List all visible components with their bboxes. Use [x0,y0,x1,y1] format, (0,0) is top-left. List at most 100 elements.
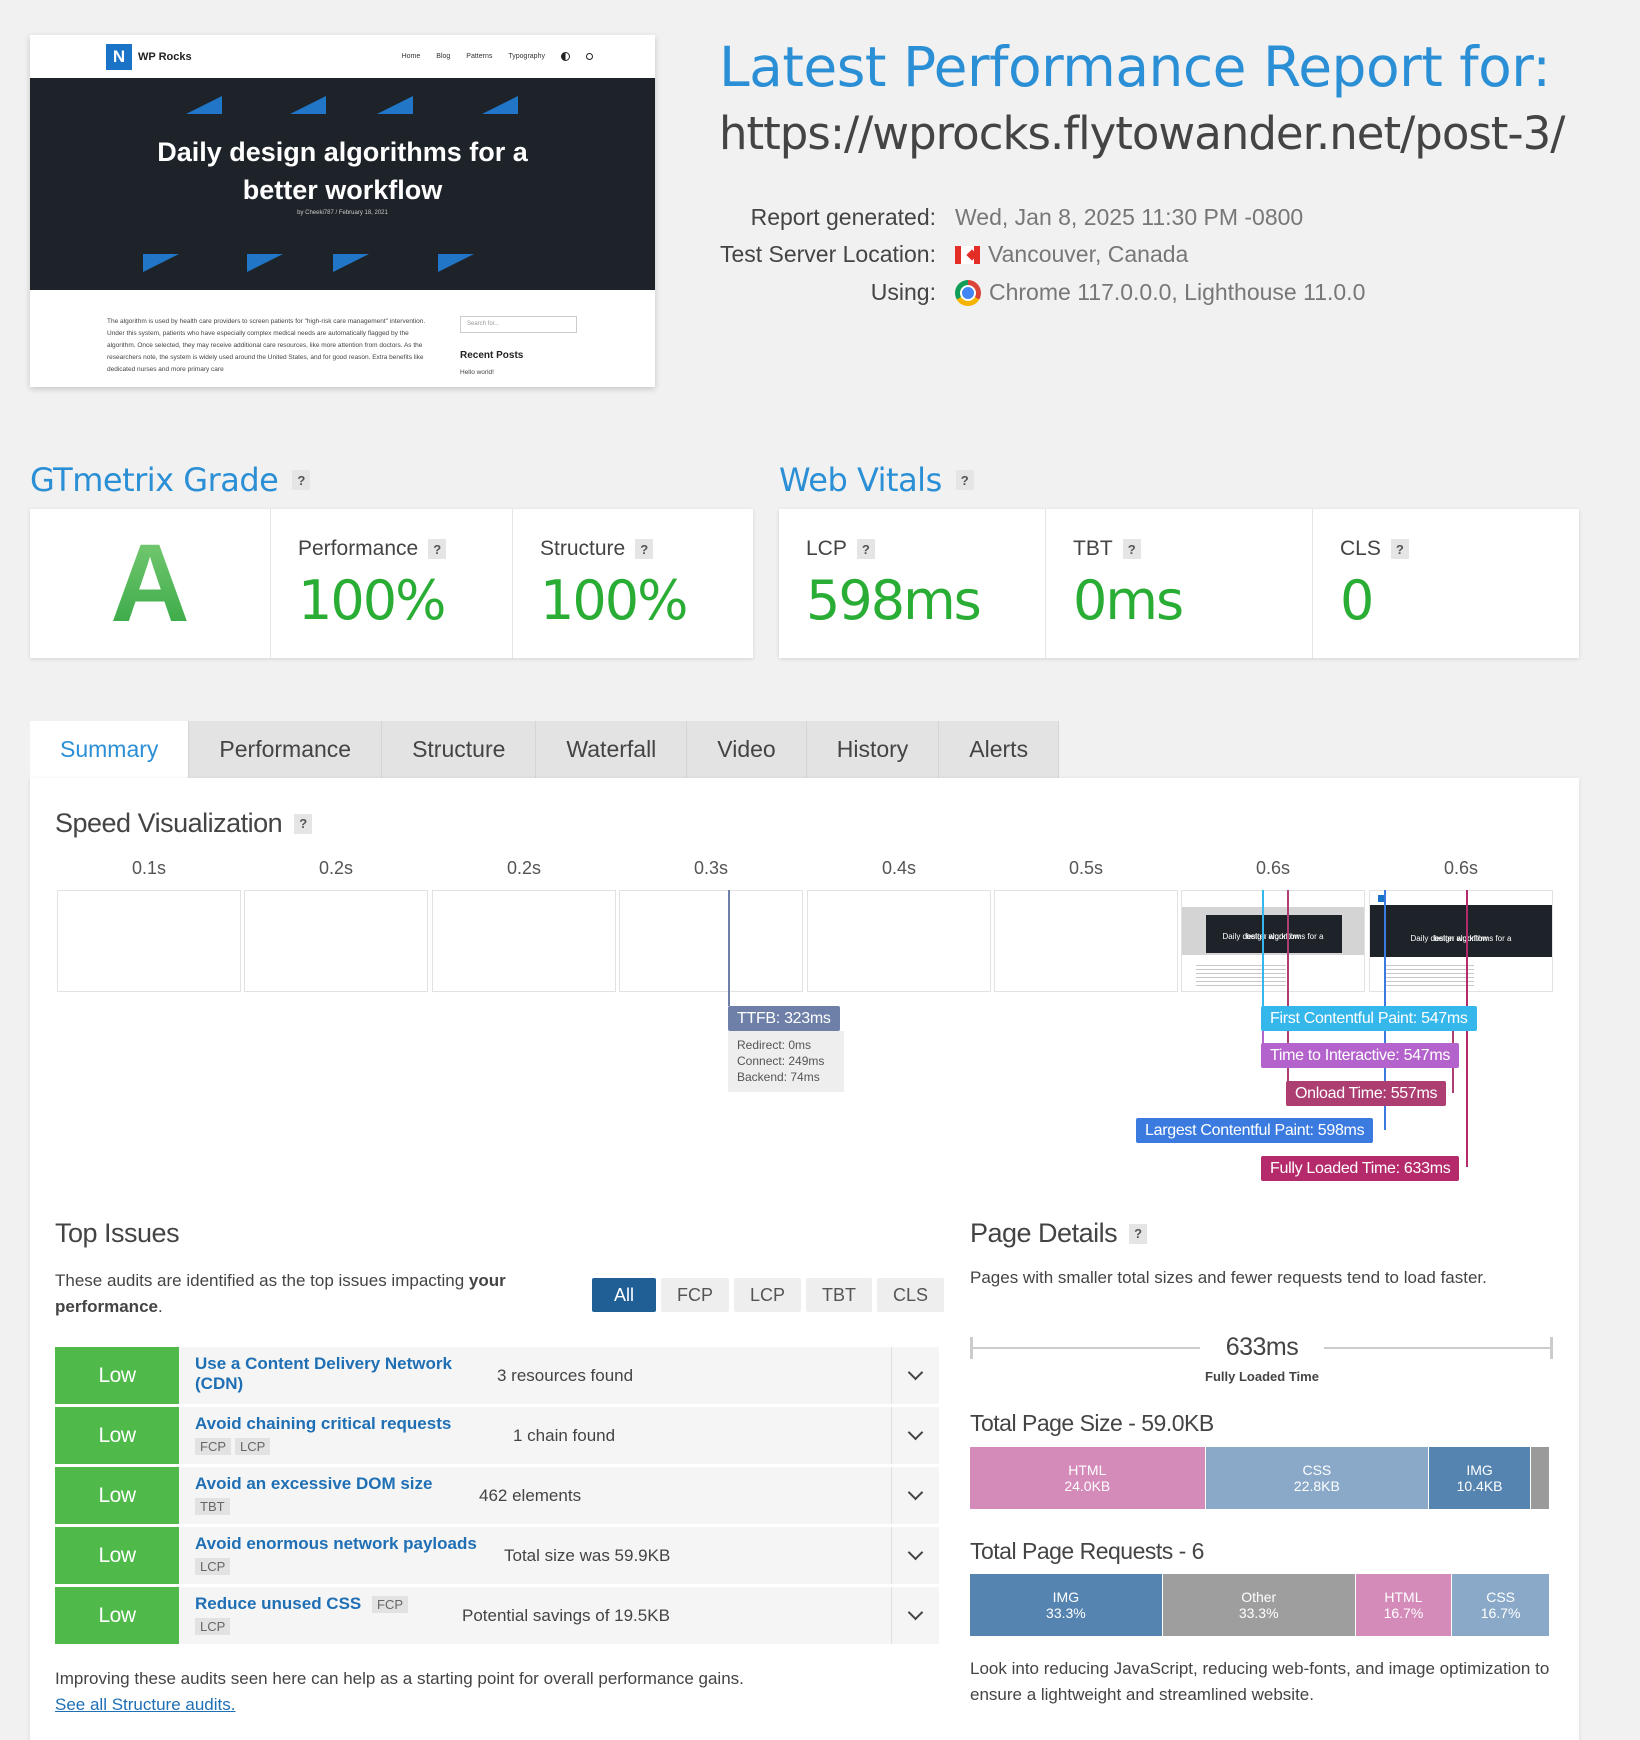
preview-menu: Home Blog Patterns Typography [402,52,593,61]
chevron-down-icon[interactable] [891,1467,939,1524]
filter-lcp[interactable]: LCP [734,1278,802,1312]
help-icon[interactable]: ? [294,813,313,834]
tab-summary[interactable]: Summary [30,721,190,778]
bar-segment: CSS 16.7% [1452,1574,1549,1636]
issue-row[interactable]: Low Use a Content Delivery Network (CDN) … [55,1347,939,1404]
filmstrip-frame[interactable]: Daily design algorithms for a better work… [1369,890,1553,992]
issue-tag: FCP [372,1596,408,1613]
total-page-requests-title: Total Page Requests - 6 [970,1538,1204,1564]
help-icon[interactable]: ? [292,470,311,490]
timeline-tick: 0.6s [1443,858,1479,878]
server-location-label: Test Server Location: [719,241,936,267]
page-details-heading: Page Details ? [970,1218,1148,1249]
issue-name[interactable]: Avoid an excessive DOM size [195,1474,432,1494]
issue-row[interactable]: Low Reduce unused CSS FCP LCP Potential … [55,1587,939,1644]
top-issues-footer-text: Improving these audits seen here can hel… [55,1669,744,1688]
contrast-icon [560,52,570,61]
chevron-down-icon[interactable] [891,1527,939,1584]
tti-marker: Time to Interactive: 547ms [1261,1043,1460,1068]
segment-value: 22.8KB [1293,1478,1340,1494]
filmstrip-frame[interactable] [994,890,1178,992]
report-url: https://wprocks.flytowander.net/post-3/ [719,107,1565,160]
issue-row[interactable]: Low Avoid chaining critical requests FCP… [55,1407,939,1464]
issue-name-line: Use a Content Delivery Network [195,1354,452,1373]
filmstrip-frame[interactable] [57,890,241,992]
grade-letter-cell: A [30,509,271,658]
chevron-down-icon[interactable] [891,1587,939,1644]
filmstrip-frame[interactable]: Daily design algorithms for a better work… [1181,890,1365,992]
preview-site-name: WP Rocks [138,50,192,63]
page-requests-bar: IMG 33.3% Other 33.3% HTML 16.7% CSS 16.7% [970,1574,1549,1636]
fcp-marker: First Contentful Paint: 547ms [1261,1006,1477,1031]
onload-marker: Onload Time: 557ms [1286,1081,1447,1106]
issue-value: Total size was 59.9KB [504,1546,671,1565]
filmstrip-frame[interactable] [619,890,803,992]
issue-tags: LCP [195,1558,231,1575]
preview-logo: N [106,43,132,70]
chevron-down-icon[interactable] [891,1347,939,1404]
help-icon[interactable]: ? [428,539,447,559]
tab-waterfall[interactable]: Waterfall [536,721,688,778]
help-icon[interactable]: ? [1122,539,1141,559]
filter-all[interactable]: All [592,1278,657,1312]
issue-row[interactable]: Low Avoid an excessive DOM size TBT 462 … [55,1467,939,1524]
server-location-text: Vancouver, Canada [988,241,1189,267]
preview-nav-item: Typography [508,53,545,60]
preview-headline-line: better workflow [242,175,443,205]
web-vitals-card: LCP? 598ms TBT? 0ms CLS? 0 [779,509,1579,658]
tab-performance[interactable]: Performance [189,721,383,778]
top-issues-footer: Improving these audits seen here can hel… [55,1666,744,1718]
filter-cls[interactable]: CLS [877,1278,945,1312]
segment-value: 33.3% [1046,1605,1086,1621]
help-icon[interactable]: ? [1129,1223,1148,1244]
timeline-tick: 0.6s [1255,858,1291,878]
severity-badge: Low [55,1347,179,1404]
ttfb-line [728,890,730,1006]
issue-name[interactable]: Avoid enormous network payloads [195,1534,477,1554]
issue-tag: LCP [235,1438,271,1455]
filmstrip-frame[interactable] [807,890,991,992]
filter-tbt[interactable]: TBT [806,1278,873,1312]
structure-score-cell: Structure? 100% [513,509,753,658]
performance-label: Performance [298,537,419,560]
page-size-bar: HTML 24.0KB CSS 22.8KB IMG 10.4KB [970,1447,1549,1509]
search-icon [585,53,593,60]
intro-text-end: . [157,1297,163,1316]
bar-segment [1531,1447,1549,1509]
issue-row[interactable]: Low Avoid enormous network payloads LCP … [55,1527,939,1584]
tab-video[interactable]: Video [687,721,807,778]
ttfb-redirect: Redirect: 0ms [737,1038,812,1052]
segment-value: 16.7% [1383,1605,1424,1621]
bar-segment: IMG 10.4KB [1429,1447,1532,1509]
issue-name[interactable]: Reduce unused CSS [195,1594,361,1614]
tab-alerts[interactable]: Alerts [939,721,1060,778]
gtmetrix-grade-title: GTmetrix Grade [30,461,279,499]
help-icon[interactable]: ? [955,470,974,490]
issue-name[interactable]: Avoid chaining critical requests [195,1414,451,1434]
issue-name[interactable]: Use a Content Delivery Network (CDN) [195,1354,452,1394]
preview-headline-line: Daily design algorithms for a [157,137,528,167]
help-icon[interactable]: ? [1390,539,1409,559]
report-title: Latest Performance Report for: [719,35,1551,99]
filter-fcp[interactable]: FCP [661,1278,730,1312]
chevron-down-icon[interactable] [891,1407,939,1464]
cls-label: CLS [1340,537,1381,560]
speed-visualization-heading: Speed Visualization ? [55,808,313,839]
speed-visualization-title: Speed Visualization [55,808,283,838]
issue-tags: LCP [195,1618,231,1635]
preview-sidebar-heading: Recent Posts [460,350,524,361]
segment-value: 10.4KB [1456,1478,1503,1494]
page-details-title: Page Details [970,1218,1118,1248]
report-generated-value: Wed, Jan 8, 2025 11:30 PM -0800 [955,204,1303,231]
see-all-structure-audits-link[interactable]: See all Structure audits. [55,1695,235,1714]
fully-loaded-marker: Fully Loaded Time: 633ms [1261,1156,1460,1181]
intro-bold: your [468,1271,506,1290]
help-icon[interactable]: ? [856,539,875,559]
tab-structure[interactable]: Structure [382,721,537,778]
filmstrip-frame[interactable] [432,890,616,992]
tab-history[interactable]: History [806,721,940,778]
help-icon[interactable]: ? [635,539,654,559]
filmstrip-frame[interactable] [244,890,428,992]
canada-flag-icon [955,245,980,264]
frame-hero: Daily design algorithms for a better work… [1370,905,1552,957]
